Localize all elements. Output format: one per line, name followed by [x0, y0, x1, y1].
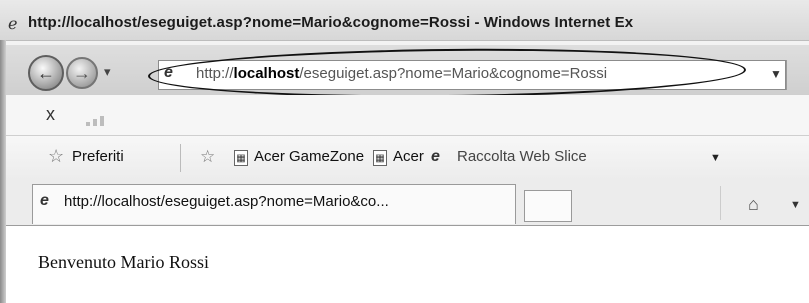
command-bar — [0, 95, 809, 136]
chevron-down-icon[interactable]: ▼ — [790, 199, 801, 211]
back-button[interactable]: ← — [28, 55, 64, 91]
page-icon: ▦ — [234, 150, 248, 166]
address-dropdown-icon[interactable]: ▼ — [770, 67, 782, 81]
divider — [720, 186, 721, 220]
favorites-button[interactable]: Preferiti — [72, 148, 124, 165]
divider — [180, 144, 181, 172]
page-icon: ▦ — [373, 150, 387, 166]
signal-icon — [86, 114, 112, 126]
star-icon: ☆ — [48, 146, 65, 166]
home-icon[interactable]: ⌂ — [748, 194, 759, 215]
back-arrow-icon: ← — [37, 62, 55, 83]
ie-icon: ℯ — [8, 16, 18, 33]
forward-button[interactable]: → — [66, 57, 98, 89]
tab-label[interactable]: http://localhost/eseguiget.asp?nome=Mari… — [64, 193, 389, 210]
chevron-down-icon[interactable]: ▼ — [710, 152, 721, 164]
window-title: http://localhost/eseguiget.asp?nome=Mari… — [28, 14, 634, 31]
new-tab-button[interactable] — [524, 190, 572, 222]
favorite-link-acer-gamezone[interactable]: Acer GameZone — [254, 148, 364, 165]
ie-icon: e — [431, 148, 440, 165]
ie-icon: e — [40, 192, 49, 209]
forward-arrow-icon: → — [73, 62, 91, 83]
favorite-link-web-slice-gallery[interactable]: Raccolta Web Slice — [457, 148, 587, 165]
chevron-down-icon[interactable]: ▾ — [104, 64, 111, 80]
divider — [786, 60, 787, 90]
close-button[interactable]: x — [46, 104, 55, 125]
window-frame-edge — [0, 40, 6, 303]
add-favorite-icon[interactable]: ☆ — [200, 147, 215, 167]
favorite-link-acer[interactable]: Acer — [393, 148, 424, 165]
welcome-text: Benvenuto Mario Rossi — [38, 252, 209, 272]
